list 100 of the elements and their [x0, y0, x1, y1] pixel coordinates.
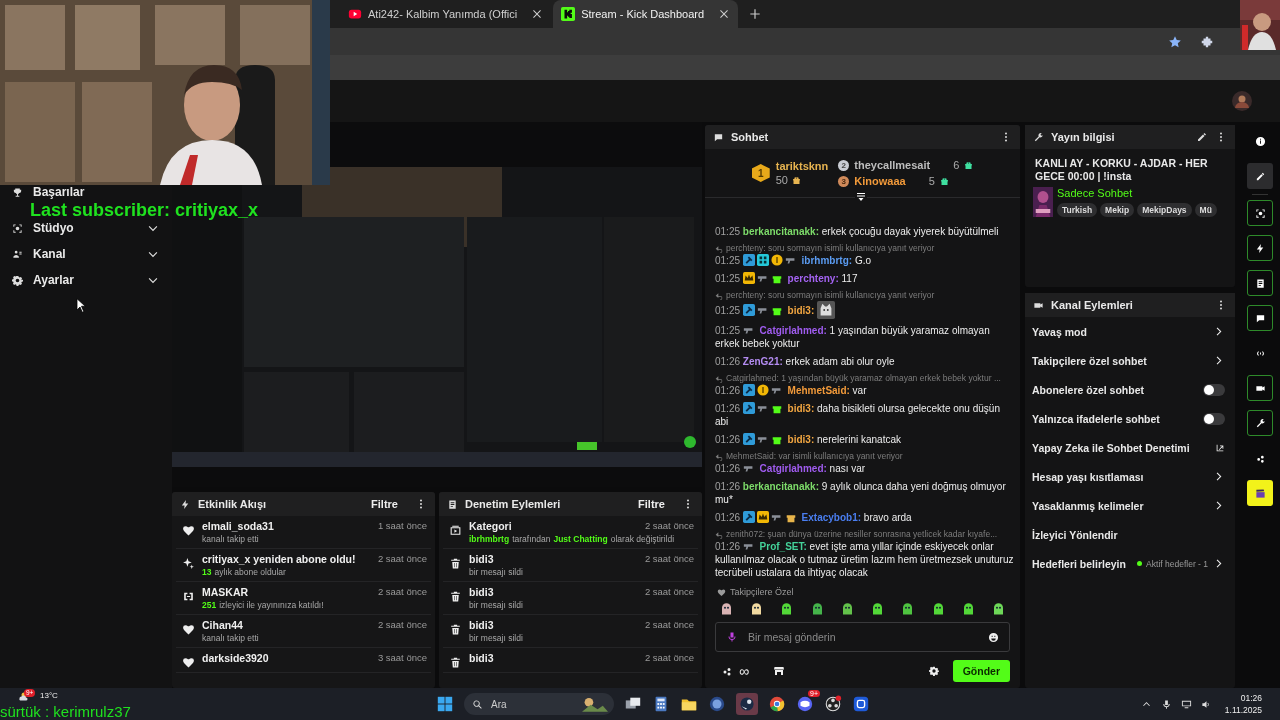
gifter-name: Kinowaaa	[854, 175, 906, 187]
event-detail: 251 izleyici ile yayınınıza katıldı!	[202, 600, 325, 611]
search-field[interactable]: Ara	[464, 693, 614, 715]
pencil-icon	[1254, 170, 1266, 182]
filter-button[interactable]: Filtre	[634, 496, 669, 512]
sidebar-item[interactable]: Ayarlar	[12, 273, 160, 287]
rail-button[interactable]	[1247, 270, 1273, 296]
event-time: 3 saat önce	[377, 652, 427, 664]
speaker-icon[interactable]	[1200, 698, 1212, 710]
channel-action-item[interactable]: Yapay Zeka ile Sohbet Denetimi	[1025, 433, 1235, 462]
filter-button[interactable]: Filtre	[367, 496, 402, 512]
trash-icon	[449, 656, 462, 669]
avatar-icon[interactable]	[1232, 91, 1252, 111]
app-icon[interactable]	[852, 695, 870, 713]
gift-icon	[939, 176, 949, 186]
rail-button[interactable]	[1247, 480, 1273, 506]
chat-message: 01:26 Extacybob1: bravo arda	[715, 511, 913, 524]
sidebar-item[interactable]: Kanal	[12, 247, 160, 261]
circle-app-icon[interactable]	[708, 695, 726, 713]
chat-message: 01:26 Prof_SET: evet işte ama yıllar içinde eskiyecek onlar kullanılmaz olacak o tutmaz üretim lazım hem üretmezsek unuturuz tecrübeli ustalara da ihtiyaç olacak	[715, 540, 1014, 579]
rail-button[interactable]	[1247, 163, 1273, 189]
event-detail: bir mesajı sildi	[469, 567, 524, 578]
browser-icon[interactable]	[768, 695, 786, 713]
trash-icon	[449, 590, 462, 603]
rank-badge: 3	[838, 175, 850, 187]
message-input[interactable]: Bir mesaj gönderin	[746, 630, 980, 644]
chat-bubble-icon	[1254, 312, 1266, 324]
recorder-icon[interactable]	[824, 695, 842, 713]
game-launcher-icon[interactable]	[736, 693, 758, 715]
gift-count: 5	[928, 175, 935, 187]
chat-message: 01:26 ZenG21: erkek adam abi olur oyle	[715, 355, 896, 368]
reply-context: Catgirlahmed: 1 yaşından büyük yaramaz olmayan erkek bebek yoktur ...	[726, 373, 1001, 384]
store-icon[interactable]	[773, 665, 785, 677]
reply-context: MehmetSaid: var isimli kullanıcıya yanıt veriyor	[726, 451, 903, 462]
trash-icon	[449, 623, 462, 636]
close-icon[interactable]	[531, 8, 544, 20]
wrench-icon	[1254, 417, 1266, 429]
channel-action-item[interactable]: Hesap yaşı kısıtlaması	[1025, 462, 1235, 491]
raid-icon	[182, 590, 195, 603]
note-icon	[447, 498, 458, 510]
chat-app-icon[interactable]	[796, 695, 814, 713]
k-logo-icon	[561, 7, 576, 21]
chat-message: 01:25 ibrhmbrtg: G.o	[715, 254, 873, 267]
toggle-switch[interactable]	[1203, 412, 1225, 425]
tag-chip[interactable]: MekipDays	[1137, 203, 1192, 217]
message-composer[interactable]: Bir mesaj gönderin	[715, 622, 1010, 652]
windows-logo-icon[interactable]	[436, 695, 454, 713]
rail-button[interactable]	[1247, 375, 1273, 401]
browser-tab[interactable]: Stream - Kick Dashboard	[553, 0, 739, 28]
chat-overlay: sürtük : kerimrulz37	[0, 703, 131, 720]
rail-button[interactable]	[1247, 200, 1273, 226]
event-detail: kanalı takip etti	[202, 633, 260, 644]
event-title: darkside3920	[202, 652, 269, 664]
coin-badge-icon	[756, 384, 769, 396]
chat-message: 01:25 berkancitanakk: erkek çocuğu dayak yiyerek büyütülmeli	[715, 225, 1000, 238]
network-icon[interactable]	[1180, 698, 1192, 710]
microphone-icon[interactable]	[1160, 698, 1172, 710]
event-title: MASKAR	[202, 586, 249, 598]
crown-badge-icon	[742, 272, 755, 284]
chat-message: 01:25 Catgirlahmed: 1 yaşından büyük yaramaz olmayan erkek bebek yoktur	[715, 324, 991, 350]
chat-message: 01:26 MehmetSaid: var	[715, 384, 868, 397]
close-icon[interactable]	[718, 8, 731, 20]
hammer-badge-icon	[742, 384, 755, 396]
focus-icon	[12, 222, 23, 234]
heart-icon	[717, 587, 726, 597]
channel-action-item[interactable]: İzleyici Yönlendir	[1025, 520, 1235, 549]
tag-chip[interactable]: Turkish	[1057, 203, 1098, 217]
new-tab-icon[interactable]	[748, 7, 763, 21]
channel-action-item[interactable]: Hedefleri belirleyin Aktif hedefler - 1	[1025, 549, 1235, 578]
channel-action-item[interactable]: Takipçilere özel sohbet	[1025, 346, 1235, 375]
rail-button[interactable]	[1247, 235, 1273, 261]
sidebar-item[interactable]: Başarılar	[12, 185, 160, 199]
subscriber-overlay: Last subscriber: critiyax_x	[30, 200, 259, 221]
clock-date: 1.11.2025	[1224, 705, 1262, 715]
edit-icon[interactable]	[1196, 131, 1208, 143]
settings-icon[interactable]	[928, 666, 939, 676]
browser-tab[interactable]: Ati242- Kalbim Yanımda (Offici	[340, 0, 552, 28]
tag-chip[interactable]: Mekip	[1100, 203, 1135, 217]
channel-action-item[interactable]: Yavaş mod	[1025, 317, 1235, 346]
event-detail: 13 aylık abone oldular	[202, 567, 287, 578]
channel-action-item[interactable]: Yalnızca ifadelerle sohbet	[1025, 404, 1235, 433]
category-link[interactable]: Sadece Sohbet	[1057, 187, 1217, 199]
extensions-icon[interactable]	[1200, 34, 1214, 49]
send-button[interactable]: Gönder	[952, 660, 1010, 682]
channel-action-item[interactable]: Abonelere özel sohbet	[1025, 375, 1235, 404]
channel-action-item[interactable]: Yasaklanmış kelimeler	[1025, 491, 1235, 520]
chat-message: 01:25 perchteny: 117	[715, 272, 859, 285]
hammer-badge-icon	[742, 433, 755, 445]
emote-icon[interactable]	[719, 601, 734, 616]
reply-context: perchteny: soru sormayın isimli kullanıcıya yanıt veriyor	[726, 290, 935, 301]
gifter-name: tariktsknn	[775, 160, 829, 172]
event-time: 2 saat önce	[644, 619, 694, 631]
toggle-switch[interactable]	[1203, 383, 1225, 396]
tag-chip[interactable]: Mü	[1194, 203, 1217, 217]
sidebar-item[interactable]: Stüdyo	[12, 221, 160, 235]
emoji-icon[interactable]	[988, 631, 999, 643]
rail-button[interactable]	[1247, 305, 1273, 331]
coin-badge-icon	[770, 254, 783, 266]
sparkle-icon	[182, 557, 195, 570]
bookmark-star-icon[interactable]	[1168, 34, 1182, 49]
